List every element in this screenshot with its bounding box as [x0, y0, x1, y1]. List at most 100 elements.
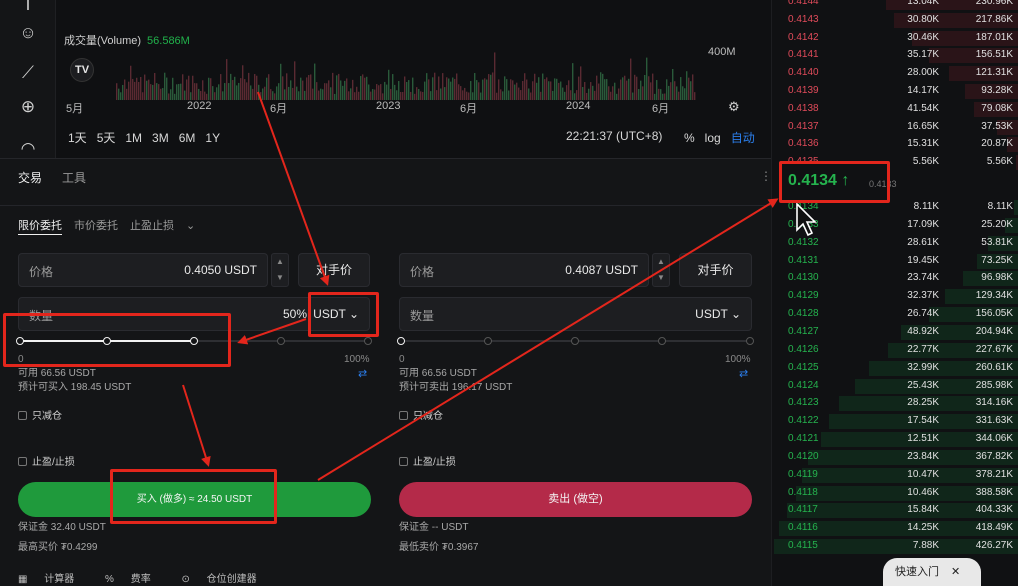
- bid-row[interactable]: 0.4127 48.92K 204.94K: [772, 324, 1018, 341]
- ask-row[interactable]: 0.4142 30.46K 187.01K: [772, 30, 1018, 47]
- ask-row[interactable]: 0.4136 15.31K 20.87K: [772, 136, 1018, 153]
- chart-settings-icon[interactable]: ⚙: [728, 99, 740, 115]
- slider-stop-0[interactable]: [397, 337, 405, 345]
- sell-reduce-only-checkbox[interactable]: 只减仓: [399, 407, 443, 422]
- sell-short-button[interactable]: 卖出 (做空): [399, 482, 752, 517]
- price-cell: 0.4123: [788, 397, 819, 409]
- slider-stop-75[interactable]: [658, 337, 666, 345]
- tab-trade[interactable]: 交易: [18, 171, 42, 185]
- volume-bar: [182, 74, 184, 100]
- ask-row[interactable]: 0.4144 13.04K 230.96K: [772, 0, 1018, 11]
- volume-bar: [302, 80, 304, 100]
- chart-clock: 22:21:37 (UTC+8): [566, 129, 663, 143]
- price-cell: 0.4130: [788, 272, 819, 284]
- ask-row[interactable]: 0.4141 35.17K 156.51K: [772, 47, 1018, 64]
- magnet-icon[interactable]: ◠: [17, 138, 39, 160]
- buy-price-field[interactable]: 价格 0.4050 USDT: [18, 253, 268, 287]
- slider-stop-75[interactable]: [277, 337, 285, 345]
- ask-row[interactable]: 0.4138 41.54K 79.08K: [772, 101, 1018, 118]
- range-1y[interactable]: 1Y: [205, 131, 220, 145]
- log-scale-toggle[interactable]: log: [705, 131, 721, 145]
- tab-limit-order[interactable]: 限价委托: [18, 220, 62, 235]
- bid-row[interactable]: 0.4128 26.74K 156.05K: [772, 306, 1018, 323]
- sell-tpsl-checkbox[interactable]: 止盈/止损: [399, 453, 456, 468]
- auto-scale-toggle[interactable]: 自动: [731, 131, 755, 145]
- range-6m[interactable]: 6M: [179, 131, 196, 145]
- amount-cell: 30.46K: [907, 31, 939, 43]
- buy-price-stepper[interactable]: ▲ ▼: [271, 253, 289, 287]
- volume-bar: [494, 52, 496, 100]
- volume-bar: [410, 91, 412, 100]
- volume-bar: [374, 89, 376, 100]
- buy-tpsl-checkbox[interactable]: 止盈/止损: [18, 453, 75, 468]
- sell-quantity-field[interactable]: 数量 USDT ⌄: [399, 297, 752, 331]
- close-icon[interactable]: ✕: [951, 566, 960, 578]
- ask-row[interactable]: 0.4140 28.00K 121.31K: [772, 65, 1018, 82]
- tab-tools[interactable]: 工具: [62, 171, 86, 185]
- volume-bar: [154, 72, 156, 100]
- quick-start-button[interactable]: 快速入门 ✕: [883, 558, 981, 586]
- ask-row[interactable]: 0.4143 30.80K 217.86K: [772, 12, 1018, 29]
- ruler-icon[interactable]: ⟋: [17, 62, 39, 84]
- range-1d[interactable]: 1天: [68, 131, 87, 145]
- sell-price-stepper[interactable]: ▲ ▼: [652, 253, 670, 287]
- bid-row[interactable]: 0.4123 28.25K 314.16K: [772, 395, 1018, 412]
- slider-stop-100[interactable]: [364, 337, 372, 345]
- bid-row[interactable]: 0.4132 28.61K 53.81K: [772, 235, 1018, 252]
- sell-price-label: 价格: [410, 265, 435, 279]
- range-1m[interactable]: 1M: [125, 131, 142, 145]
- position-builder-link[interactable]: ⊙ 仓位创建器: [181, 574, 270, 585]
- bid-row[interactable]: 0.4117 15.84K 404.33K: [772, 502, 1018, 519]
- slider-stop-50[interactable]: [571, 337, 579, 345]
- slider-stop-100[interactable]: [746, 337, 754, 345]
- bid-row[interactable]: 0.4126 22.77K 227.67K: [772, 342, 1018, 359]
- ask-row[interactable]: 0.4137 16.65K 37.53K: [772, 119, 1018, 136]
- time-tick: 6月: [652, 103, 670, 115]
- smiley-icon[interactable]: ☺: [17, 22, 39, 44]
- step-down-icon[interactable]: ▼: [272, 270, 288, 286]
- step-up-icon[interactable]: ▲: [272, 254, 288, 270]
- bid-row[interactable]: 0.4130 23.74K 96.98K: [772, 270, 1018, 287]
- tab-market-order[interactable]: 市价委托: [74, 220, 118, 232]
- bid-row[interactable]: 0.4118 10.46K 388.58K: [772, 485, 1018, 502]
- sell-unit-select[interactable]: USDT ⌄: [695, 307, 741, 321]
- bid-row[interactable]: 0.4115 7.88K 426.27K: [772, 538, 1018, 555]
- checkbox-box: [18, 411, 27, 420]
- price-cell: 0.4128: [788, 308, 819, 320]
- bid-row[interactable]: 0.4131 19.45K 73.25K: [772, 253, 1018, 270]
- range-5d[interactable]: 5天: [97, 131, 116, 145]
- cursor-icon[interactable]: I: [17, 0, 39, 16]
- checkbox-label: 止盈/止损: [32, 457, 75, 468]
- fee-rate-link[interactable]: % 费率: [105, 574, 165, 585]
- bid-row[interactable]: 0.4116 14.25K 418.49K: [772, 520, 1018, 537]
- zoom-in-icon[interactable]: ⊕: [17, 96, 39, 118]
- step-up-icon[interactable]: ▲: [653, 254, 669, 270]
- buy-reduce-only-checkbox[interactable]: 只减仓: [18, 407, 62, 422]
- chevron-down-icon[interactable]: ⌄: [186, 220, 195, 232]
- bid-row[interactable]: 0.4121 12.51K 344.06K: [772, 431, 1018, 448]
- bid-row[interactable]: 0.4119 10.47K 378.21K: [772, 467, 1018, 484]
- slider-stop-25[interactable]: [484, 337, 492, 345]
- calculator-link[interactable]: ▦ 计算器: [18, 574, 88, 585]
- swap-icon[interactable]: ⇄: [358, 367, 367, 380]
- sell-counterparty-price-button[interactable]: 对手价: [679, 253, 752, 287]
- range-3m[interactable]: 3M: [152, 131, 169, 145]
- percent-scale-toggle[interactable]: %: [684, 131, 695, 145]
- price-chart[interactable]: 成交量(Volume) 56.586M 400M TV 5月 2022 6月 20…: [56, 0, 771, 158]
- sell-price-field[interactable]: 价格 0.4087 USDT: [399, 253, 649, 287]
- volume-bar: [668, 85, 670, 100]
- buy-counterparty-price-button[interactable]: 对手价: [298, 253, 370, 287]
- bid-row[interactable]: 0.4125 32.99K 260.61K: [772, 360, 1018, 377]
- bid-row[interactable]: 0.4120 23.84K 367.82K: [772, 449, 1018, 466]
- sell-quantity-slider[interactable]: [397, 335, 754, 347]
- volume-bar: [362, 74, 364, 100]
- step-down-icon[interactable]: ▼: [653, 270, 669, 286]
- swap-icon[interactable]: ⇄: [739, 367, 748, 380]
- volume-bar: [426, 73, 428, 100]
- bid-row[interactable]: 0.4124 25.43K 285.98K: [772, 378, 1018, 395]
- bid-row[interactable]: 0.4129 32.37K 129.34K: [772, 288, 1018, 305]
- total-cell: 388.58K: [975, 486, 1013, 498]
- bid-row[interactable]: 0.4122 17.54K 331.63K: [772, 413, 1018, 430]
- tab-tpsl-order[interactable]: 止盈止损: [130, 220, 174, 232]
- ask-row[interactable]: 0.4139 14.17K 93.28K: [772, 83, 1018, 100]
